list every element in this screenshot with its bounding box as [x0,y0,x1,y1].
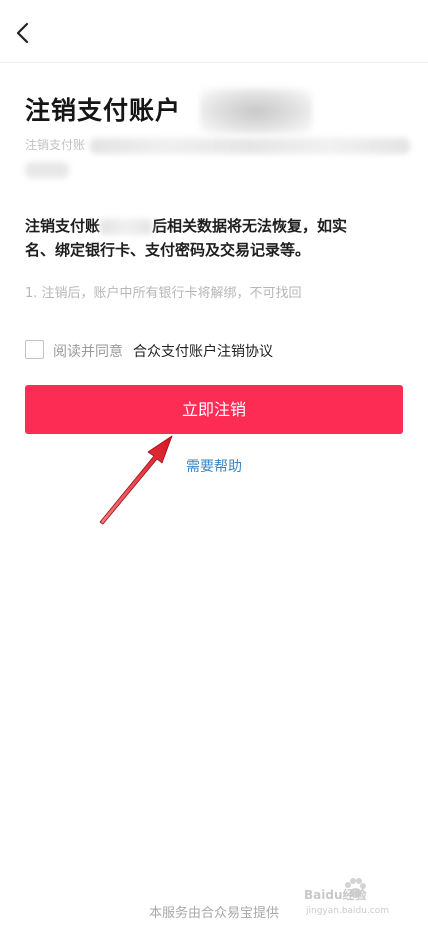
help-link[interactable]: 需要帮助 [0,456,428,476]
agreement-link[interactable]: 合众支付账户注销协议 [133,341,273,361]
warning-line1-end: 后相关数据将无法恢复，如实 [152,217,348,235]
page-subtitle: 注销支付账 [25,138,86,152]
cancel-account-button[interactable]: 立即注销 [25,385,403,434]
watermark-brand: Baidu经验 [304,888,367,902]
redacted-subtitle-text-2 [25,162,69,178]
redacted-account-name [100,218,153,235]
redacted-subtitle-text [90,138,410,154]
agreement-checkbox[interactable] [25,340,44,359]
watermark-url: jingyan.baidu.com [306,906,390,916]
agreement-prefix: 阅读并同意 [53,344,123,360]
chevron-left-icon[interactable] [10,18,36,48]
notice-item: 1. 注销后，账户中所有银行卡将解绑，不可找回 [25,286,302,301]
annotation-arrow [99,435,173,525]
redacted-account-image [200,88,312,134]
watermark: Baidu经验 jingyan.baidu.com [298,872,410,922]
warning-text: 注销支付账 后相关数据将无法恢复，如实 名、绑定银行卡、支付密码及交易记录等。 [25,214,410,262]
top-bar [0,0,428,63]
warning-line1-start: 注销支付账 [25,217,101,235]
page-title: 注销支付账户 [25,96,182,125]
warning-line2: 名、绑定银行卡、支付密码及交易记录等。 [25,241,311,259]
